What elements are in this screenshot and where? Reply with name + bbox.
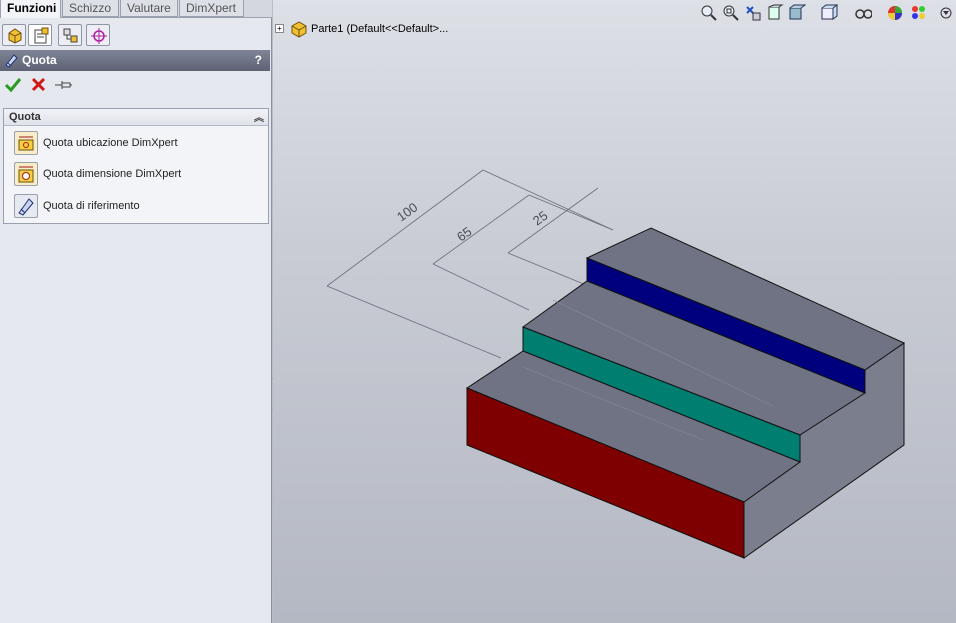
edit-appearance-icon[interactable] [886,4,904,22]
heads-up-view-toolbar [696,2,956,24]
part-model-view: 100 65 25 [326,169,906,559]
collapse-icon[interactable]: ︽ [254,111,264,127]
section-view-icon[interactable] [766,4,784,22]
cancel-icon[interactable] [30,76,48,94]
help-button[interactable]: ? [255,50,262,71]
expand-icon[interactable]: + [275,24,284,33]
display-style-icon[interactable] [820,4,838,22]
size-dimension-label: Quota dimensione DimXpert [43,168,182,180]
part-icon [291,21,307,38]
tab-valutare[interactable]: Valutare [120,0,178,17]
location-dimension-icon [14,131,38,155]
feature-manager-tab[interactable] [2,24,26,46]
location-dimension-button[interactable]: Quota ubicazione DimXpert [14,131,264,157]
reference-dimension-icon [14,194,38,218]
property-manager-panel: Funzioni Schizzo Valutare DimXpert Quota… [0,0,272,623]
dimension-100: 100 [394,200,420,225]
dimension-25: 25 [530,208,551,229]
property-manager-header: Quota ? [0,50,270,71]
apply-scene-icon[interactable] [910,4,928,22]
tab-funzioni[interactable]: Funzioni [0,0,61,18]
dimxpert-manager-icon [91,28,107,44]
graphics-area[interactable]: 100 65 25 + Parte1 (Default<<Default>... [273,0,956,623]
size-dimension-icon [14,162,38,186]
ok-icon[interactable] [4,76,22,94]
reference-dimension-label: Quota di riferimento [43,200,140,212]
previous-view-icon[interactable] [744,4,762,22]
view-orientation-icon[interactable] [788,4,806,22]
property-manager-icon [34,27,49,44]
group-header[interactable]: Quota ︽ [4,109,268,126]
configuration-manager-icon [63,28,78,43]
property-manager-tab[interactable] [28,24,52,46]
pushpin-icon[interactable] [54,76,72,94]
part-label: Parte1 (Default<<Default>... [311,23,449,35]
size-dimension-button[interactable]: Quota dimensione DimXpert [14,162,264,188]
tab-dimxpert[interactable]: DimXpert [179,0,244,17]
tab-schizzo[interactable]: Schizzo [62,0,119,17]
dimension-65: 65 [454,224,475,245]
dimension-icon [5,54,18,68]
command-manager-tabs: Funzioni Schizzo Valutare DimXpert [0,0,272,18]
configuration-manager-tab[interactable] [58,24,82,46]
property-manager-title: Quota [22,53,57,67]
dimxpert-manager-tab[interactable] [86,24,110,46]
quota-group-box: Quota ︽ Quota ubicazione DimXpert Quota … [3,108,269,224]
location-dimension-label: Quota ubicazione DimXpert [43,137,178,149]
manager-icon-bar [0,22,272,46]
feature-manager-icon [8,28,22,44]
zoom-to-fit-icon[interactable] [700,4,718,22]
group-title: Quota [9,111,41,123]
hide-show-items-icon[interactable] [854,4,872,22]
toolbar-overflow-icon[interactable] [940,4,956,22]
zoom-to-area-icon[interactable] [722,4,740,22]
reference-dimension-button[interactable]: Quota di riferimento [14,194,264,220]
